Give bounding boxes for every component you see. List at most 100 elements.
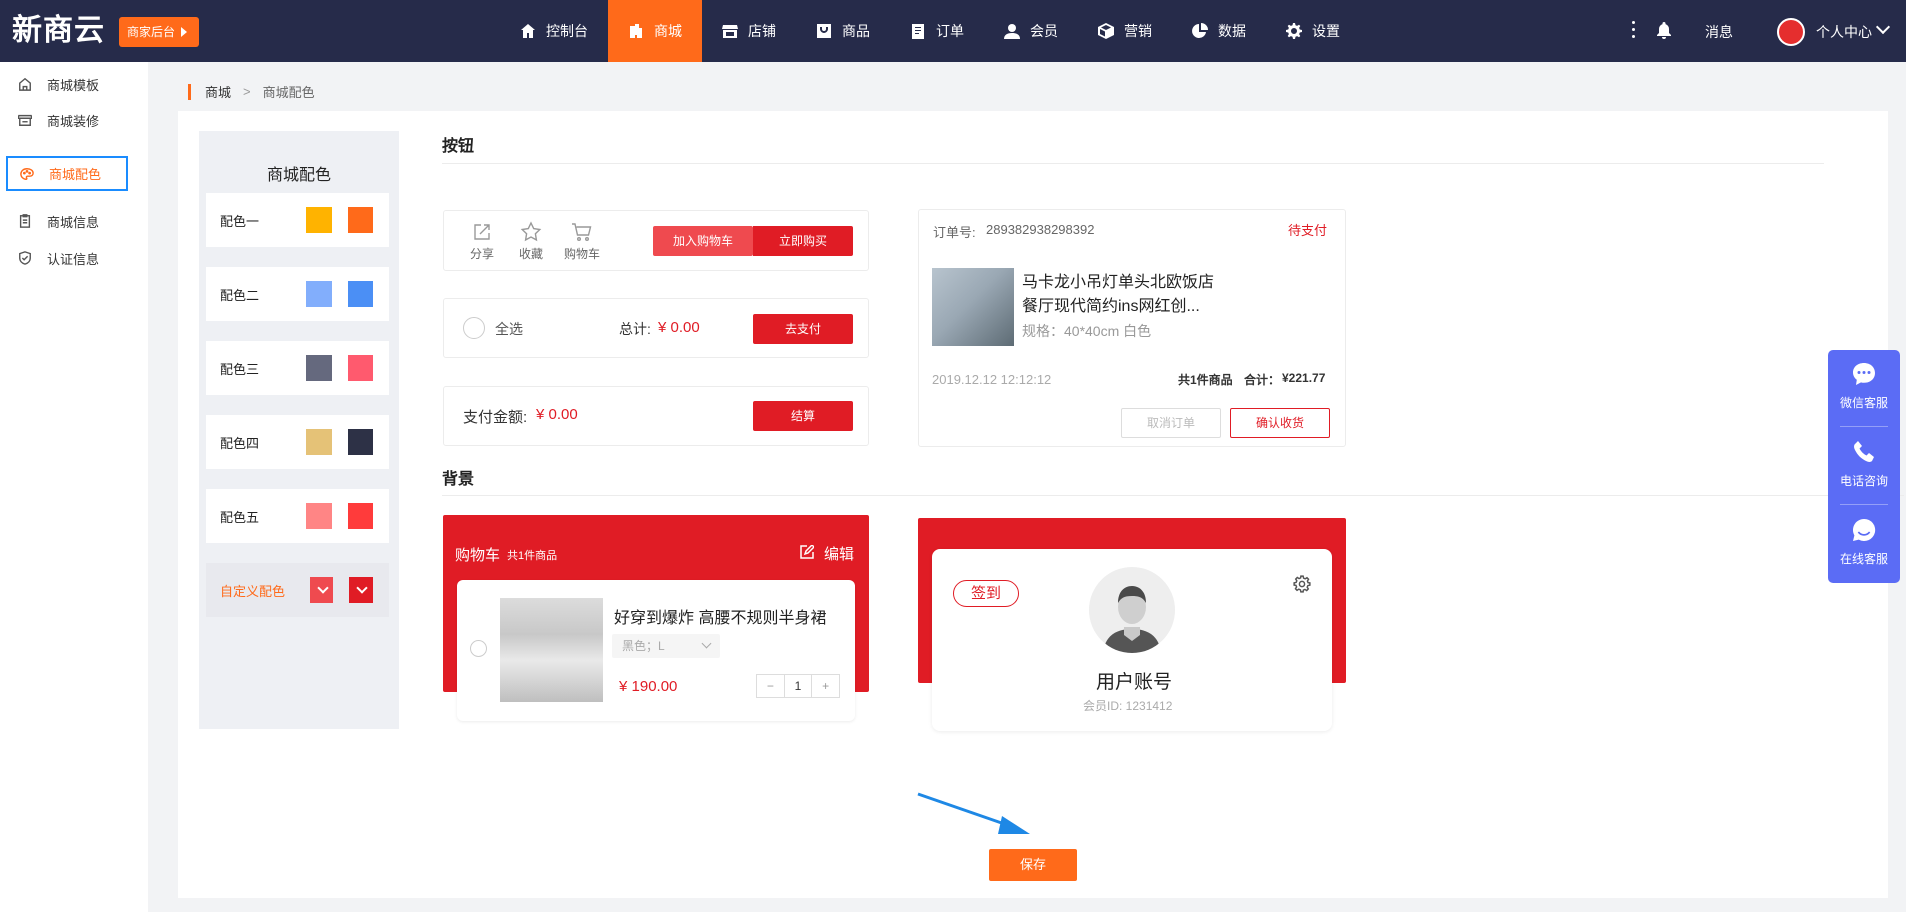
cart-edit-button[interactable]: 编辑 [824, 543, 854, 564]
online-service-button[interactable]: 在线客服 [1828, 516, 1900, 567]
confirm-receipt-button[interactable]: 确认收货 [1230, 408, 1330, 438]
nav-item-marketing[interactable]: 营销 [1078, 0, 1172, 62]
custom-color-picker-primary[interactable] [309, 577, 334, 603]
nav-item-label: 会员 [1030, 23, 1058, 39]
checkout-button[interactable]: 结算 [753, 401, 853, 431]
online-service-icon [1852, 518, 1876, 541]
sidebar-item-label: 商城信息 [47, 214, 100, 230]
product-thumbnail [932, 268, 1014, 346]
order-product-spec: 规格：40*40cm 白色 [1022, 323, 1152, 339]
buy-now-button[interactable]: 立即购买 [753, 226, 853, 256]
color-scheme-panel: 商城配色 配色一 配色二 配色三 配色四 配色五 自定义配色 [199, 131, 399, 729]
order-date: 2019.12.12 12:12:12 [932, 372, 1052, 387]
bell-icon[interactable] [1656, 22, 1672, 39]
edit-icon[interactable] [800, 545, 814, 559]
go-pay-button[interactable]: 去支付 [753, 314, 853, 344]
cart-action[interactable]: 购物车 [560, 221, 604, 262]
divider [1840, 426, 1888, 427]
member-icon [1004, 24, 1020, 39]
sidebar-item-certification[interactable]: 认证信息 [6, 240, 128, 276]
wechat-service-label: 微信客服 [1839, 396, 1888, 410]
color-scheme-5[interactable]: 配色五 [206, 489, 389, 543]
signin-button[interactable]: 签到 [953, 580, 1019, 607]
favorite-action[interactable]: 收藏 [509, 221, 553, 262]
user-account: 用户账号 [1096, 672, 1173, 693]
nav-item-settings[interactable]: 设置 [1266, 0, 1360, 62]
quantity-value[interactable]: 1 [783, 675, 813, 697]
share-action[interactable]: 分享 [460, 221, 504, 262]
color-scheme-custom[interactable]: 自定义配色 [206, 563, 389, 617]
color-swatch-primary [306, 355, 332, 381]
nav-item-mall[interactable]: 商城 [608, 0, 702, 62]
wechat-service-button[interactable]: 微信客服 [1828, 360, 1900, 411]
nav-item-goods[interactable]: 商品 [796, 0, 890, 62]
cart-item-radio[interactable] [470, 640, 487, 657]
main-nav: 控制台 商城 店铺 商品 订单 会员 营销 数据 设置 [500, 0, 1360, 62]
cart-item-name: 好穿到爆炸 高腰不规则半身裙 [614, 610, 827, 627]
payment-amount-value: ¥ 0.00 [536, 406, 578, 423]
merchant-backend-badge[interactable]: 商家后台 [119, 17, 199, 47]
logo: 新商云 [12, 13, 105, 48]
decrement-button[interactable]: − [757, 675, 784, 697]
color-scheme-2[interactable]: 配色二 [206, 267, 389, 321]
nav-item-data[interactable]: 数据 [1172, 0, 1266, 62]
quantity-stepper[interactable]: − 1 + [756, 674, 840, 698]
color-scheme-label: 配色三 [220, 361, 260, 377]
color-scheme-label: 配色四 [220, 435, 260, 451]
star-icon [520, 221, 542, 242]
chevron-down-icon[interactable] [1875, 19, 1891, 35]
order-item-count: 共1件商品 [1178, 373, 1233, 387]
color-swatch-secondary [347, 503, 373, 529]
home-icon [19, 77, 31, 91]
sidebar-item-mall-colors[interactable]: 商城配色 [6, 156, 128, 191]
breadcrumb-root[interactable]: 商城 [205, 82, 231, 101]
cart-item-spec-select[interactable]: 黑色；L [612, 634, 720, 658]
order-sum-label: 合计： [1244, 373, 1281, 387]
divider [1840, 504, 1888, 505]
order-number: 289382938298392 [986, 222, 1095, 237]
cancel-order-button[interactable]: 取消订单 [1121, 408, 1221, 438]
merchant-backend-label: 商家后台 [127, 25, 176, 39]
store-icon [18, 114, 32, 126]
total-label: 总计: [619, 321, 651, 337]
color-scheme-3[interactable]: 配色三 [206, 341, 389, 395]
custom-color-picker-secondary[interactable] [349, 577, 373, 603]
nav-item-dashboard[interactable]: 控制台 [500, 0, 608, 62]
caret-right-icon [181, 27, 188, 37]
order-status: 待支付 [1288, 223, 1328, 238]
color-scheme-1[interactable]: 配色一 [206, 193, 389, 247]
gear-icon[interactable] [1293, 575, 1311, 593]
save-button[interactable]: 保存 [989, 849, 1077, 881]
nav-item-label: 商城 [654, 23, 682, 39]
sidebar-item-mall-decoration[interactable]: 商城装修 [6, 102, 128, 138]
sidebar-item-mall-template[interactable]: 商城模板 [6, 66, 128, 102]
sidebar-item-mall-info[interactable]: 商城信息 [6, 203, 128, 239]
nav-item-label: 营销 [1124, 23, 1152, 39]
favorite-label: 收藏 [518, 247, 543, 261]
color-scheme-label: 配色五 [220, 509, 260, 525]
increment-button[interactable]: + [812, 675, 839, 697]
avatar[interactable] [1777, 18, 1805, 46]
user-avatar [1089, 567, 1175, 653]
nav-item-store[interactable]: 店铺 [702, 0, 796, 62]
color-scheme-4[interactable]: 配色四 [206, 415, 389, 469]
more-vertical-icon[interactable] [1632, 21, 1636, 39]
select-all-radio[interactable] [463, 317, 485, 339]
messages-link[interactable]: 消息 [1705, 22, 1733, 42]
color-scheme-label: 自定义配色 [220, 583, 286, 599]
nav-item-member[interactable]: 会员 [984, 0, 1078, 62]
chevron-down-icon [701, 638, 712, 649]
nav-item-order[interactable]: 订单 [890, 0, 984, 62]
select-all-label: 全选 [495, 321, 523, 337]
share-label: 分享 [469, 247, 494, 261]
nav-item-label: 控制台 [546, 23, 588, 39]
phone-consult-button[interactable]: 电话咨询 [1828, 438, 1900, 489]
sidebar-item-label: 商城配色 [49, 167, 102, 182]
user-center-link[interactable]: 个人中心 [1816, 22, 1872, 42]
color-swatch-secondary [347, 207, 373, 233]
add-to-cart-button[interactable]: 加入购物车 [653, 226, 753, 256]
color-scheme-label: 配色二 [220, 287, 260, 303]
cart-item-thumbnail [500, 598, 603, 702]
breadcrumb-accent-bar [188, 83, 191, 100]
cart-item-spec: 黑色；L [622, 639, 665, 653]
